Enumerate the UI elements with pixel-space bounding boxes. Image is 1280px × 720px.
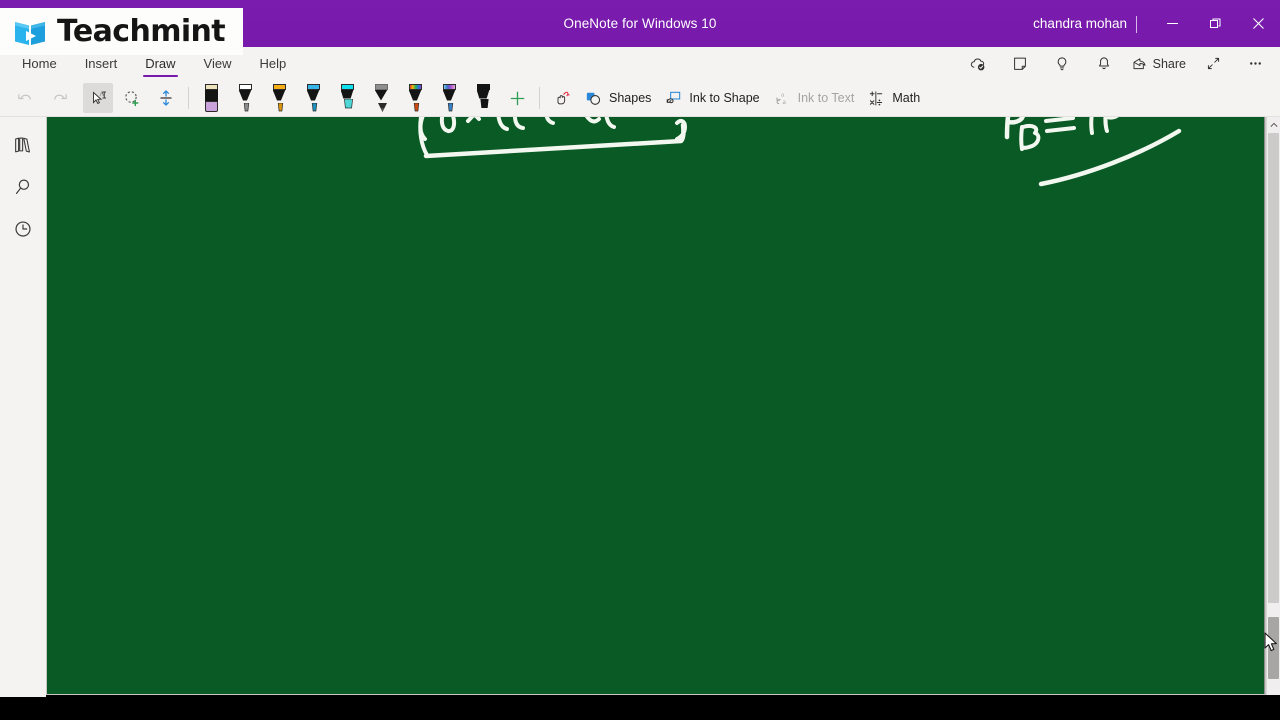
ribbon-divider-2	[539, 87, 540, 109]
math-button[interactable]: Math	[862, 83, 928, 113]
page-canvas-area[interactable]	[46, 117, 1280, 695]
insert-space-icon	[160, 90, 172, 106]
scroll-up-button[interactable]	[1267, 117, 1280, 132]
chalkboard-page[interactable]	[47, 117, 1265, 694]
chevron-up-icon	[1269, 122, 1278, 127]
close-icon	[1253, 18, 1264, 29]
cloud-sync-icon	[970, 57, 985, 70]
ellipsis-icon	[1249, 62, 1261, 65]
pencil-icon	[374, 83, 389, 113]
close-button[interactable]	[1237, 0, 1280, 47]
ribbon-divider-1	[188, 87, 189, 109]
tell-me-button[interactable]	[1041, 50, 1083, 78]
menu-right-actions: Share	[957, 47, 1276, 80]
ink-to-shape-label: Ink to Shape	[689, 91, 760, 105]
ink-to-text-label: Ink to Text	[797, 91, 855, 105]
marker-icon	[476, 83, 491, 113]
search-icon	[15, 179, 30, 195]
notifications-button[interactable]	[1083, 50, 1125, 78]
left-navigation-rail	[0, 117, 46, 695]
notebooks-icon	[15, 137, 30, 153]
fullscreen-button[interactable]	[1192, 50, 1234, 78]
share-button[interactable]: Share	[1125, 50, 1192, 78]
ink-to-shape-button[interactable]: Ink to Shape	[659, 83, 767, 113]
pen-yellow[interactable]	[264, 83, 294, 113]
scrollbar-track-upper[interactable]	[1268, 133, 1279, 603]
rainbow-pen-icon	[442, 83, 457, 113]
pen-icon	[306, 83, 321, 113]
pen-black[interactable]	[230, 83, 260, 113]
select-object-tool[interactable]: A	[83, 83, 113, 113]
ink-gesture-icon	[557, 91, 570, 105]
lightbulb-icon	[1057, 56, 1066, 70]
insert-space-tool[interactable]	[151, 83, 181, 113]
clock-icon	[15, 221, 31, 237]
svg-text:a: a	[782, 97, 786, 106]
window-controls	[1151, 0, 1280, 47]
pen-blue[interactable]	[298, 83, 328, 113]
handwritten-ink-layer	[418, 117, 1182, 187]
sticky-note-button[interactable]	[999, 50, 1041, 78]
pen-rainbow[interactable]	[400, 83, 430, 113]
ink-to-shape-icon	[667, 91, 681, 103]
select-object-icon: A	[93, 91, 106, 105]
teachmint-wordmark: Teachmint	[57, 14, 226, 49]
highlighter-icon	[340, 83, 355, 113]
share-label: Share	[1152, 56, 1186, 71]
shapes-label: Shapes	[609, 91, 652, 105]
lasso-select-icon	[125, 91, 139, 107]
highlighter-cyan[interactable]	[332, 83, 362, 113]
restore-icon	[1210, 18, 1221, 28]
redo-button[interactable]	[44, 83, 74, 113]
vertical-scrollbar[interactable]	[1266, 117, 1280, 695]
undo-button[interactable]	[10, 83, 40, 113]
titlebar-divider	[1136, 16, 1137, 33]
sticky-note-icon	[1013, 57, 1026, 70]
math-icon	[870, 90, 883, 105]
shapes-button[interactable]: Shapes	[579, 83, 659, 113]
rail-item-notebooks[interactable]	[6, 128, 40, 162]
shapes-icon	[586, 92, 601, 105]
more-options-button[interactable]	[1234, 50, 1276, 78]
ink-to-text-button[interactable]: a a Ink to Text	[768, 83, 863, 113]
pen-icon	[238, 83, 253, 113]
ink-to-text-icon: a a	[776, 91, 786, 106]
draw-ribbon: A Shapes Ink to Shape a a Ink to Text Ma…	[0, 80, 1280, 117]
pencil-grey[interactable]	[366, 83, 396, 113]
marker-black[interactable]	[468, 83, 498, 113]
account-name[interactable]: chandra mohan	[1033, 0, 1127, 47]
undo-arrow-icon	[17, 93, 31, 100]
ink-gesture-button[interactable]	[547, 83, 577, 113]
scrollbar-thumb[interactable]	[1268, 617, 1279, 679]
onenote-window: OneNote for Windows 10 chandra mohan Tea…	[0, 0, 1280, 720]
redo-arrow-icon	[53, 93, 67, 100]
math-label: Math	[892, 91, 921, 105]
teachmint-logo-icon	[12, 14, 48, 50]
expand-diagonal-icon	[1207, 57, 1219, 70]
eraser-icon	[204, 83, 219, 113]
pen-rainbow-blue[interactable]	[434, 83, 464, 113]
add-pen-button[interactable]	[502, 83, 532, 113]
teachmint-branding-overlay: Teachmint	[0, 8, 243, 55]
bell-icon	[1098, 56, 1109, 69]
minimize-icon	[1167, 23, 1178, 24]
tab-help[interactable]: Help	[246, 47, 301, 80]
pen-eraser[interactable]	[196, 83, 226, 113]
bottom-letterbox	[0, 695, 1280, 720]
minimize-button[interactable]	[1151, 0, 1194, 47]
plus-icon	[510, 91, 524, 105]
restore-button[interactable]	[1194, 0, 1237, 47]
rail-bottom-edge	[0, 695, 46, 697]
rail-item-recent[interactable]	[6, 212, 40, 246]
rail-item-search[interactable]	[6, 170, 40, 204]
sync-status-button[interactable]	[957, 50, 999, 78]
rainbow-pen-icon	[408, 83, 423, 113]
share-icon	[1133, 58, 1146, 70]
pen-icon	[272, 83, 287, 113]
lasso-select-tool[interactable]	[117, 83, 147, 113]
